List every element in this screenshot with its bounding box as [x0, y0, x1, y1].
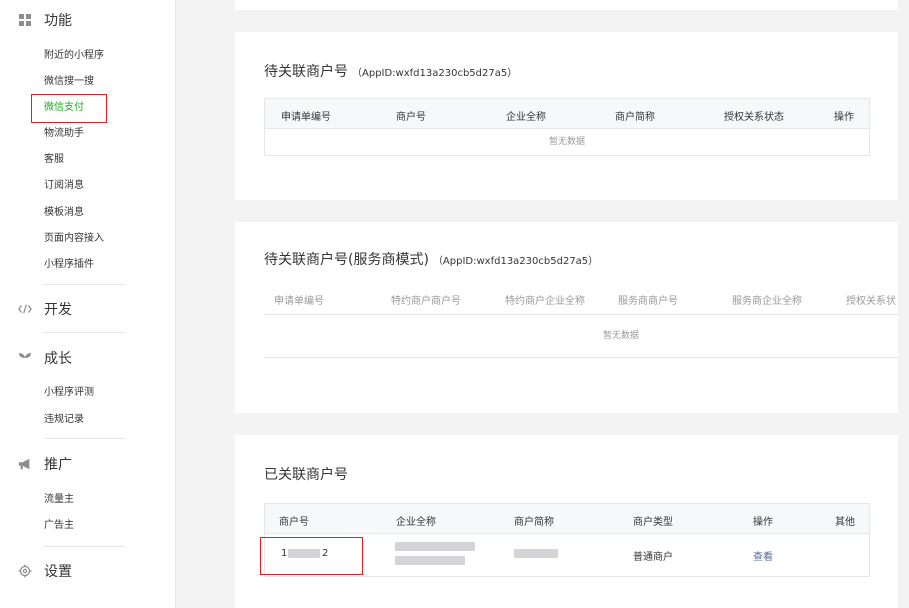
sidebar-item-nearby[interactable]: 附近的小程序: [44, 49, 104, 63]
sidebar-item-logistics[interactable]: 物流助手: [44, 127, 84, 141]
column-header: 企业全称: [506, 112, 546, 123]
column-header: 申请单编号: [281, 112, 331, 123]
sidebar: 功能 附近的小程序 微信搜一搜 微信支付 物流助手 客服 订阅消息 模板消息 页…: [0, 0, 176, 608]
sidebar-divider: [44, 332, 125, 333]
linked-merchants-panel: 已关联商户号 商户号 企业全称 商户简称 商户类型 操作 其他 1 2 普通商户…: [235, 435, 898, 608]
merchant-type: 普通商户: [633, 552, 673, 563]
sidebar-item-plugin[interactable]: 小程序插件: [44, 258, 94, 272]
column-header: 授权关系状: [846, 296, 896, 307]
empty-state: 暂无数据: [602, 331, 639, 341]
sidebar-category-label: 功能: [44, 13, 72, 29]
sidebar-category-label: 推广: [44, 457, 72, 473]
panel-title: 待关联商户号(服务商模式) （AppID:wxfd13a230cb5d27a5）: [264, 249, 598, 269]
appid-label: （AppID:wxfd13a230cb5d27a5）: [432, 256, 599, 267]
empty-state: 暂无数据: [548, 137, 585, 147]
sidebar-category-label: 成长: [44, 351, 72, 367]
highlight-box: [31, 94, 107, 123]
column-header: 特约商户企业全称: [505, 296, 585, 307]
appid-label: （AppID:wxfd13a230cb5d27a5）: [352, 68, 518, 79]
sidebar-divider: [44, 284, 125, 285]
pending-title: 待关联商户号: [264, 64, 348, 80]
column-header: 操作: [834, 112, 854, 123]
sidebar-divider: [44, 438, 125, 439]
sidebar-item-violations[interactable]: 违规记录: [44, 413, 84, 427]
merchant-id-highlight-box: [260, 537, 363, 575]
pending-service-panel: 待关联商户号(服务商模式) （AppID:wxfd13a230cb5d27a5） …: [235, 222, 898, 413]
view-link[interactable]: 查看: [753, 548, 773, 563]
sprout-icon: [18, 351, 32, 365]
sidebar-category-function[interactable]: 功能: [18, 8, 72, 32]
sidebar-item-subscribe[interactable]: 订阅消息: [44, 179, 84, 193]
grid-icon: [18, 13, 32, 27]
table-header: 申请单编号 商户号 企业全称 商户简称 授权关系状态 操作: [265, 99, 869, 129]
gear-icon: [18, 564, 32, 578]
sidebar-item-page-content[interactable]: 页面内容接入: [44, 232, 104, 246]
column-header: 商户简称: [514, 517, 554, 528]
sidebar-category-settings[interactable]: 设置: [18, 559, 72, 583]
sidebar-divider: [44, 546, 125, 547]
column-header: 商户简称: [615, 112, 655, 123]
pending-merchants-panel: 待关联商户号 （AppID:wxfd13a230cb5d27a5） 申请单编号 商…: [235, 32, 898, 200]
top-panel: [235, 0, 898, 10]
column-header: 企业全称: [396, 517, 436, 528]
redacted-short-name: [514, 549, 558, 558]
sidebar-item-evaluation[interactable]: 小程序评测: [44, 386, 94, 400]
sidebar-item-search[interactable]: 微信搜一搜: [44, 75, 94, 89]
sidebar-item-advertiser[interactable]: 广告主: [44, 519, 74, 533]
column-header: 商户号: [279, 517, 309, 528]
megaphone-icon: [18, 457, 32, 471]
panel-title: 待关联商户号 （AppID:wxfd13a230cb5d27a5）: [264, 61, 517, 81]
sidebar-category-label: 开发: [44, 302, 72, 318]
sidebar-category-develop[interactable]: 开发: [18, 297, 72, 321]
column-header: 授权关系状态: [724, 112, 784, 123]
column-header: 其他: [835, 517, 855, 528]
code-icon: [18, 302, 32, 316]
column-header: 特约商户商户号: [391, 296, 461, 307]
column-header: 申请单编号: [274, 296, 324, 307]
sidebar-item-customer-service[interactable]: 客服: [44, 153, 64, 167]
column-header: 商户号: [396, 112, 426, 123]
redacted-company-name: [395, 556, 465, 565]
pending-service-title: 待关联商户号(服务商模式): [264, 252, 429, 268]
linked-title: 已关联商户号: [264, 467, 348, 483]
pending-table: 申请单编号 商户号 企业全称 商户简称 授权关系状态 操作 暂无数据: [264, 98, 870, 156]
sidebar-item-traffic-owner[interactable]: 流量主: [44, 493, 74, 507]
column-header: 操作: [753, 517, 773, 528]
table-header: 申请单编号 特约商户商户号 特约商户企业全称 服务商商户号 服务商企业全称 授权…: [264, 282, 898, 315]
table-header: 商户号 企业全称 商户简称 商户类型 操作 其他: [265, 504, 869, 534]
sidebar-category-growth[interactable]: 成长: [18, 346, 72, 370]
sidebar-category-label: 设置: [44, 564, 72, 580]
column-header: 商户类型: [633, 517, 673, 528]
sidebar-item-template[interactable]: 模板消息: [44, 206, 84, 220]
column-header: 服务商商户号: [618, 296, 678, 307]
redacted-company-name: [395, 542, 475, 551]
pending-service-table: 申请单编号 特约商户商户号 特约商户企业全称 服务商商户号 服务商企业全称 授权…: [264, 282, 898, 358]
sidebar-category-promotion[interactable]: 推广: [18, 452, 72, 476]
column-header: 服务商企业全称: [732, 296, 802, 307]
